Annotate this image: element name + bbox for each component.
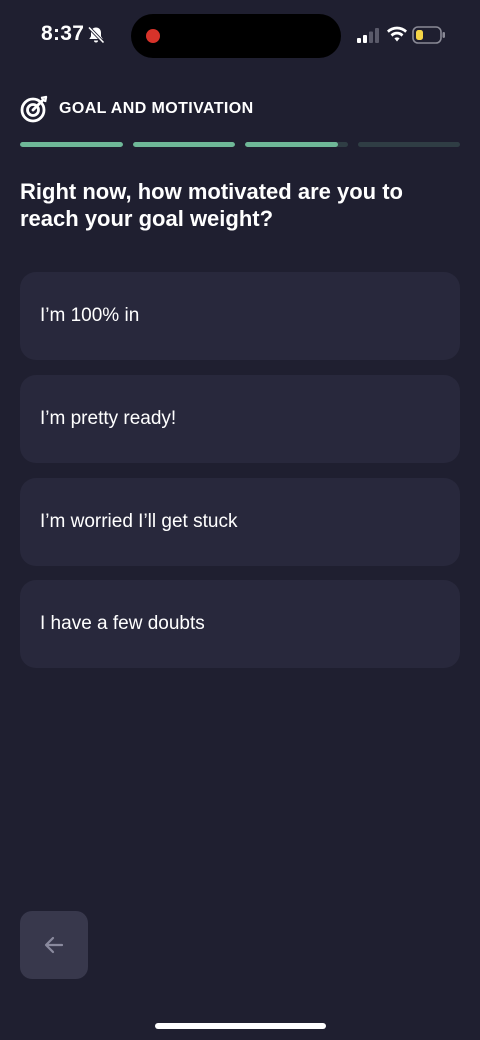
status-time: 8:37 — [41, 22, 85, 45]
progress-fill — [245, 142, 338, 147]
option-label: I’m pretty ready! — [40, 408, 177, 429]
home-indicator — [155, 1023, 326, 1029]
progress-segment — [358, 142, 460, 147]
progress-segment — [133, 142, 235, 147]
wifi-icon — [387, 26, 407, 42]
back-button[interactable] — [20, 911, 88, 979]
option-label: I’m worried I’ll get stuck — [40, 511, 238, 532]
progress-bar — [20, 142, 460, 147]
section-title: GOAL AND MOTIVATION — [59, 100, 254, 117]
option-pretty-ready[interactable]: I’m pretty ready! — [20, 375, 460, 463]
dynamic-island — [131, 14, 341, 58]
bell-slash-icon — [87, 26, 105, 44]
progress-segment — [245, 142, 348, 147]
arrow-left-icon — [44, 936, 64, 954]
progress-fill — [20, 142, 123, 147]
option-label: I have a few doubts — [40, 613, 205, 634]
section-header: GOAL AND MOTIVATION — [20, 94, 254, 124]
question-title: Right now, how motivated are you to reac… — [20, 179, 403, 231]
option-100-percent-in[interactable]: I’m 100% in — [20, 272, 460, 360]
option-few-doubts[interactable]: I have a few doubts — [20, 580, 460, 668]
option-worried-stuck[interactable]: I’m worried I’ll get stuck — [20, 478, 460, 566]
status-bar: 8:37 — [0, 0, 480, 70]
battery-icon — [412, 26, 445, 44]
option-label: I’m 100% in — [40, 305, 140, 326]
progress-segment — [20, 142, 123, 147]
progress-fill — [133, 142, 235, 147]
target-icon — [20, 95, 48, 123]
signal-icon — [357, 28, 379, 43]
record-dot-icon — [146, 29, 160, 43]
